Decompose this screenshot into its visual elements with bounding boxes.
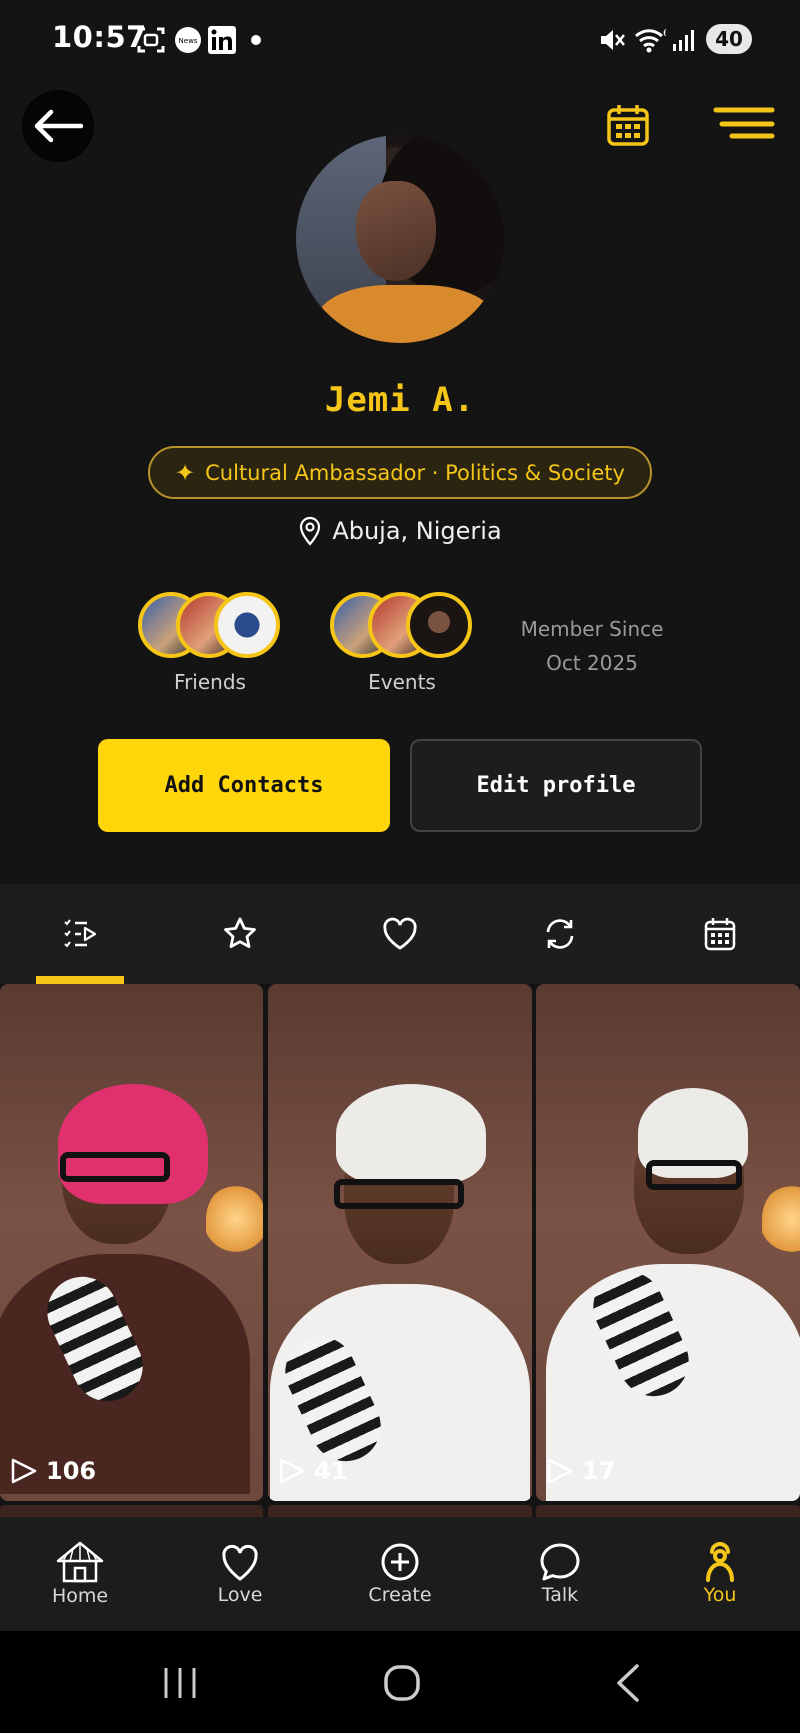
play-count: 41: [278, 1457, 347, 1485]
person-icon: [706, 1542, 734, 1582]
events-label[interactable]: Events: [342, 670, 462, 694]
status-bar: 10:57 News 6 40: [0, 0, 800, 80]
chat-bubble-icon: [540, 1543, 580, 1581]
star-icon: [224, 917, 256, 948]
role-text: Cultural Ambassador · Politics & Society: [205, 460, 625, 485]
video-thumbnail[interactable]: 41: [268, 984, 532, 1501]
role-badge: ✦ Cultural Ambassador · Politics & Socie…: [148, 446, 652, 499]
location-pin-icon: [300, 516, 321, 546]
member-since: Member Since Oct 2025: [510, 612, 674, 680]
chevron-left-icon: [617, 1664, 639, 1702]
menu-button[interactable]: [712, 106, 778, 144]
calendar-icon: [607, 105, 649, 146]
friends-avatars[interactable]: [138, 592, 284, 662]
screenshot-icon: [137, 27, 165, 53]
tab-reposts[interactable]: [480, 884, 640, 984]
events-avatars[interactable]: [330, 592, 476, 662]
home-circle-icon: [384, 1665, 420, 1701]
nav-label: Home: [51, 1585, 109, 1607]
wifi-icon: 6: [635, 28, 666, 53]
svg-text:6: 6: [663, 28, 666, 39]
video-thumbnail[interactable]: 17: [536, 984, 800, 1501]
nav-love[interactable]: Love: [160, 1517, 320, 1631]
member-since-label: Member Since: [520, 617, 664, 641]
linkedin-icon: [208, 26, 236, 54]
friends-label[interactable]: Friends: [150, 670, 270, 694]
nav-label: Love: [217, 1584, 263, 1606]
location: Abuja, Nigeria: [0, 516, 800, 546]
mute-icon: [601, 30, 625, 50]
friend-avatar: [214, 592, 280, 658]
tab-likes[interactable]: [320, 884, 480, 984]
tab-videos[interactable]: [0, 884, 160, 984]
status-time: 10:57: [52, 20, 147, 54]
play-count: 106: [10, 1457, 96, 1485]
recent-apps-button[interactable]: [150, 1661, 210, 1705]
hut-icon: [56, 1541, 104, 1583]
tab-favorites[interactable]: [160, 884, 320, 984]
nav-talk[interactable]: Talk: [480, 1517, 640, 1631]
plus-circle-icon: [381, 1543, 419, 1581]
next-row-peek: [268, 1505, 532, 1517]
play-icon: [279, 1458, 305, 1484]
member-since-date: Oct 2025: [546, 651, 638, 675]
sparkle-icon: ✦: [175, 458, 196, 487]
play-count: 17: [546, 1457, 615, 1485]
next-row-peek: [0, 1505, 263, 1517]
list-play-icon: [64, 919, 97, 948]
dot-icon: [251, 35, 261, 45]
battery-indicator: 40: [706, 24, 752, 54]
nav-label: Create: [368, 1584, 432, 1606]
repost-icon: [546, 919, 574, 949]
location-text: Abuja, Nigeria: [332, 517, 502, 545]
heart-icon: [383, 917, 417, 950]
nav-label: Talk: [541, 1584, 579, 1606]
news-icon: News: [175, 27, 201, 53]
heart-icon: [222, 1544, 258, 1581]
play-count-value: 17: [582, 1457, 616, 1485]
menu-icon: [713, 107, 775, 139]
nav-you[interactable]: You: [640, 1517, 800, 1631]
back-system-button[interactable]: [598, 1661, 658, 1705]
profile-avatar[interactable]: [296, 135, 504, 343]
calendar-icon: [704, 918, 736, 951]
calendar-button[interactable]: [606, 103, 650, 147]
play-count-value: 41: [314, 1457, 348, 1485]
back-button[interactable]: [22, 90, 94, 162]
home-button[interactable]: [372, 1661, 432, 1705]
bottom-navigation: Home Love Create Talk You: [0, 1517, 800, 1631]
arrow-left-icon: [34, 109, 83, 143]
add-contacts-button[interactable]: Add Contacts: [98, 739, 390, 832]
nav-home[interactable]: Home: [0, 1517, 160, 1631]
signal-icon: [673, 30, 694, 51]
event-avatar: [406, 592, 472, 658]
nav-label: You: [703, 1584, 737, 1606]
play-icon: [11, 1458, 37, 1484]
next-row-peek: [536, 1505, 800, 1517]
svg-text:News: News: [179, 37, 198, 45]
content-tabbar: [0, 884, 800, 984]
video-grid: 106 41 17: [0, 984, 800, 1517]
video-thumbnail[interactable]: 106: [0, 984, 263, 1501]
system-navigation: [0, 1631, 800, 1733]
play-count-value: 106: [46, 1457, 97, 1485]
edit-profile-button[interactable]: Edit profile: [410, 739, 702, 832]
recent-apps-icon: [164, 1668, 196, 1698]
profile-name: Jemi A.: [324, 380, 476, 420]
nav-create[interactable]: Create: [320, 1517, 480, 1631]
tab-events[interactable]: [640, 884, 800, 984]
play-icon: [547, 1458, 573, 1484]
active-tab-indicator: [36, 976, 124, 984]
